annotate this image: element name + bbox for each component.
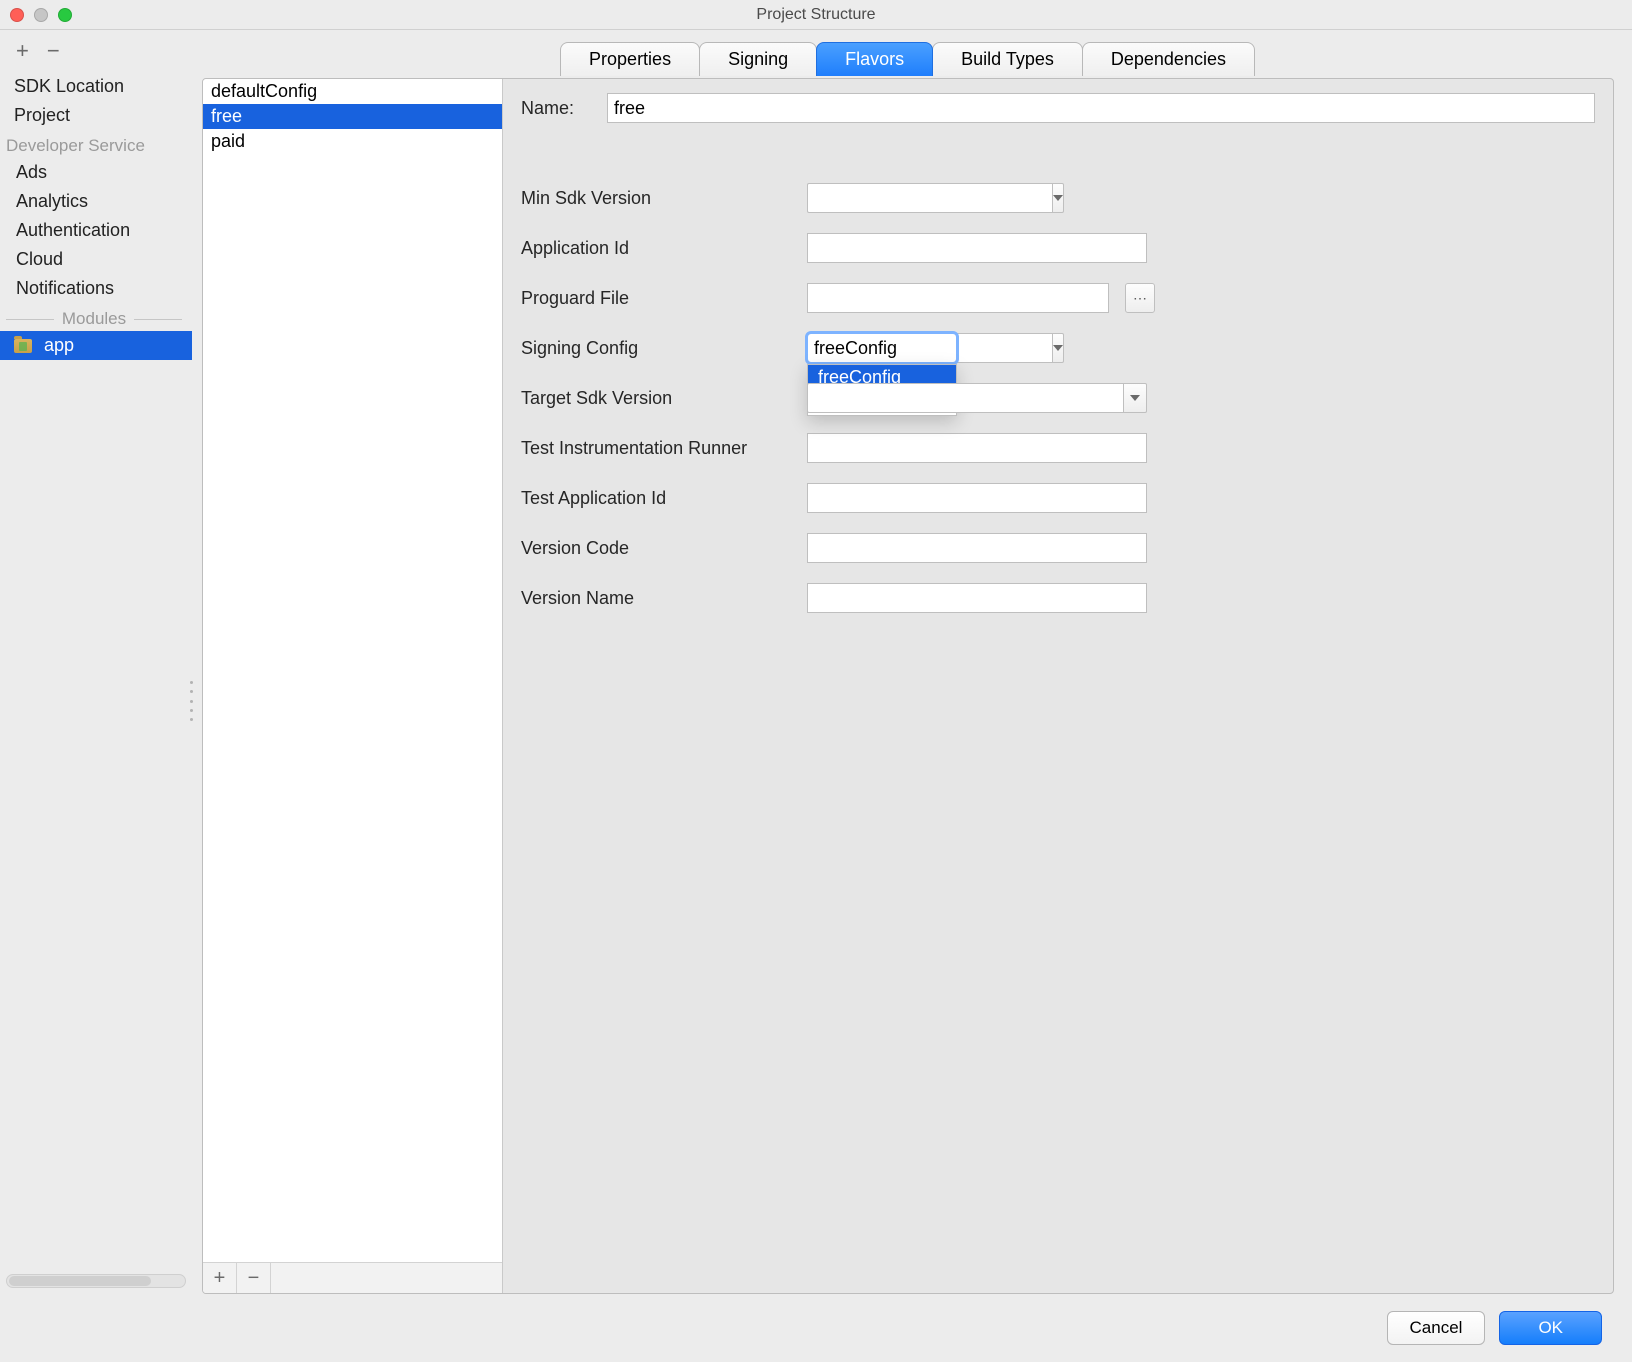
min-sdk-drop-button[interactable] [1052,183,1064,213]
sidebar-group-modules: Modules [0,303,192,331]
chevron-down-icon [1053,195,1063,201]
tab-signing[interactable]: Signing [699,42,817,76]
sidebar-horizontal-scrollbar[interactable] [6,1274,186,1288]
sidebar-item-authentication[interactable]: Authentication [0,216,192,245]
flavor-remove-button[interactable]: − [237,1263,271,1293]
sidebar-item-cloud[interactable]: Cloud [0,245,192,274]
row-test-application-id: Test Application Id [521,483,1595,513]
window-title: Project Structure [0,6,1632,24]
signing-config-combo[interactable] [807,333,957,363]
flavor-add-button[interactable]: + [203,1263,237,1293]
tab-dependencies[interactable]: Dependencies [1082,42,1255,76]
version-name-label: Version Name [521,588,791,609]
signing-config-label: Signing Config [521,338,791,359]
sidebar-add-button[interactable]: + [16,40,29,62]
sidebar-item-project[interactable]: Project [0,101,192,130]
version-code-label: Version Code [521,538,791,559]
test-instrumentation-runner-label: Test Instrumentation Runner [521,438,791,459]
scrollbar-thumb[interactable] [9,1276,151,1286]
row-signing-config: Signing Config freeConfig paidConfig [521,333,1595,363]
application-id-label: Application Id [521,238,791,259]
tabstrip: Properties Signing Flavors Build Types D… [202,42,1614,78]
flavor-item-defaultconfig[interactable]: defaultConfig [203,79,502,104]
tab-properties[interactable]: Properties [560,42,700,76]
sidebar-item-notifications[interactable]: Notifications [0,274,192,303]
signing-config-drop-button[interactable] [1052,333,1064,363]
tab-build-types[interactable]: Build Types [932,42,1083,76]
test-application-id-field[interactable] [807,483,1147,513]
proguard-file-label: Proguard File [521,288,791,309]
version-code-field[interactable] [807,533,1147,563]
workspace: + − SDK Location Project Developer Servi… [0,30,1632,1294]
chevron-down-icon [1130,395,1140,401]
name-field[interactable] [607,93,1595,123]
flavor-list-toolbar: + − [203,1262,502,1293]
sidebar-group-developer-services: Developer Service [0,130,192,158]
min-sdk-label: Min Sdk Version [521,188,791,209]
flavor-form: Name: Min Sdk Version Application Id [503,79,1613,1293]
name-label: Name: [521,98,591,119]
tab-flavors[interactable]: Flavors [816,42,933,76]
row-version-name: Version Name [521,583,1595,613]
ok-button[interactable]: OK [1499,1311,1602,1345]
flavor-item-paid[interactable]: paid [203,129,502,154]
sidebar-item-ads[interactable]: Ads [0,158,192,187]
sidebar-toolbar: + − [0,34,192,72]
ellipsis-icon: ⋯ [1133,290,1147,307]
min-sdk-combo[interactable] [807,183,1037,213]
sidebar-list: SDK Location Project Developer Service A… [0,72,192,1270]
signing-config-input[interactable] [807,333,1052,363]
row-version-code: Version Code [521,533,1595,563]
min-sdk-input[interactable] [807,183,1052,213]
dialog-footer: Cancel OK [0,1294,1632,1362]
sidebar-item-sdk-location[interactable]: SDK Location [0,72,192,101]
content-panel: defaultConfig free paid + − Name: Min Sd… [202,78,1614,1294]
cancel-button[interactable]: Cancel [1387,1311,1486,1345]
target-sdk-input[interactable] [807,383,1123,413]
row-min-sdk: Min Sdk Version [521,183,1595,213]
flavor-list-items: defaultConfig free paid [203,79,502,1262]
sidebar-remove-button[interactable]: − [47,40,60,62]
main-area: Properties Signing Flavors Build Types D… [192,30,1632,1294]
chevron-down-icon [1053,345,1063,351]
titlebar: Project Structure [0,0,1632,30]
test-instrumentation-runner-field[interactable] [807,433,1147,463]
row-name: Name: [521,93,1595,123]
target-sdk-combo[interactable] [807,383,1147,413]
sidebar-resize-handle[interactable] [188,681,194,721]
flavor-item-free[interactable]: free [203,104,502,129]
sidebar: + − SDK Location Project Developer Servi… [0,30,192,1294]
row-test-instrumentation-runner: Test Instrumentation Runner [521,433,1595,463]
sidebar-item-analytics[interactable]: Analytics [0,187,192,216]
row-application-id: Application Id [521,233,1595,263]
proguard-browse-button[interactable]: ⋯ [1125,283,1155,313]
version-name-field[interactable] [807,583,1147,613]
proguard-file-field[interactable] [807,283,1109,313]
sidebar-group-modules-label: Modules [62,309,126,329]
target-sdk-drop-button[interactable] [1123,383,1147,413]
sidebar-module-app-label: app [44,335,74,356]
flavor-list: defaultConfig free paid + − [203,79,503,1293]
module-folder-icon [14,339,32,353]
target-sdk-label: Target Sdk Version [521,388,791,409]
row-proguard-file: Proguard File ⋯ [521,283,1595,313]
row-target-sdk: Target Sdk Version [521,383,1595,413]
test-application-id-label: Test Application Id [521,488,791,509]
application-id-field[interactable] [807,233,1147,263]
sidebar-module-app[interactable]: app [0,331,192,360]
